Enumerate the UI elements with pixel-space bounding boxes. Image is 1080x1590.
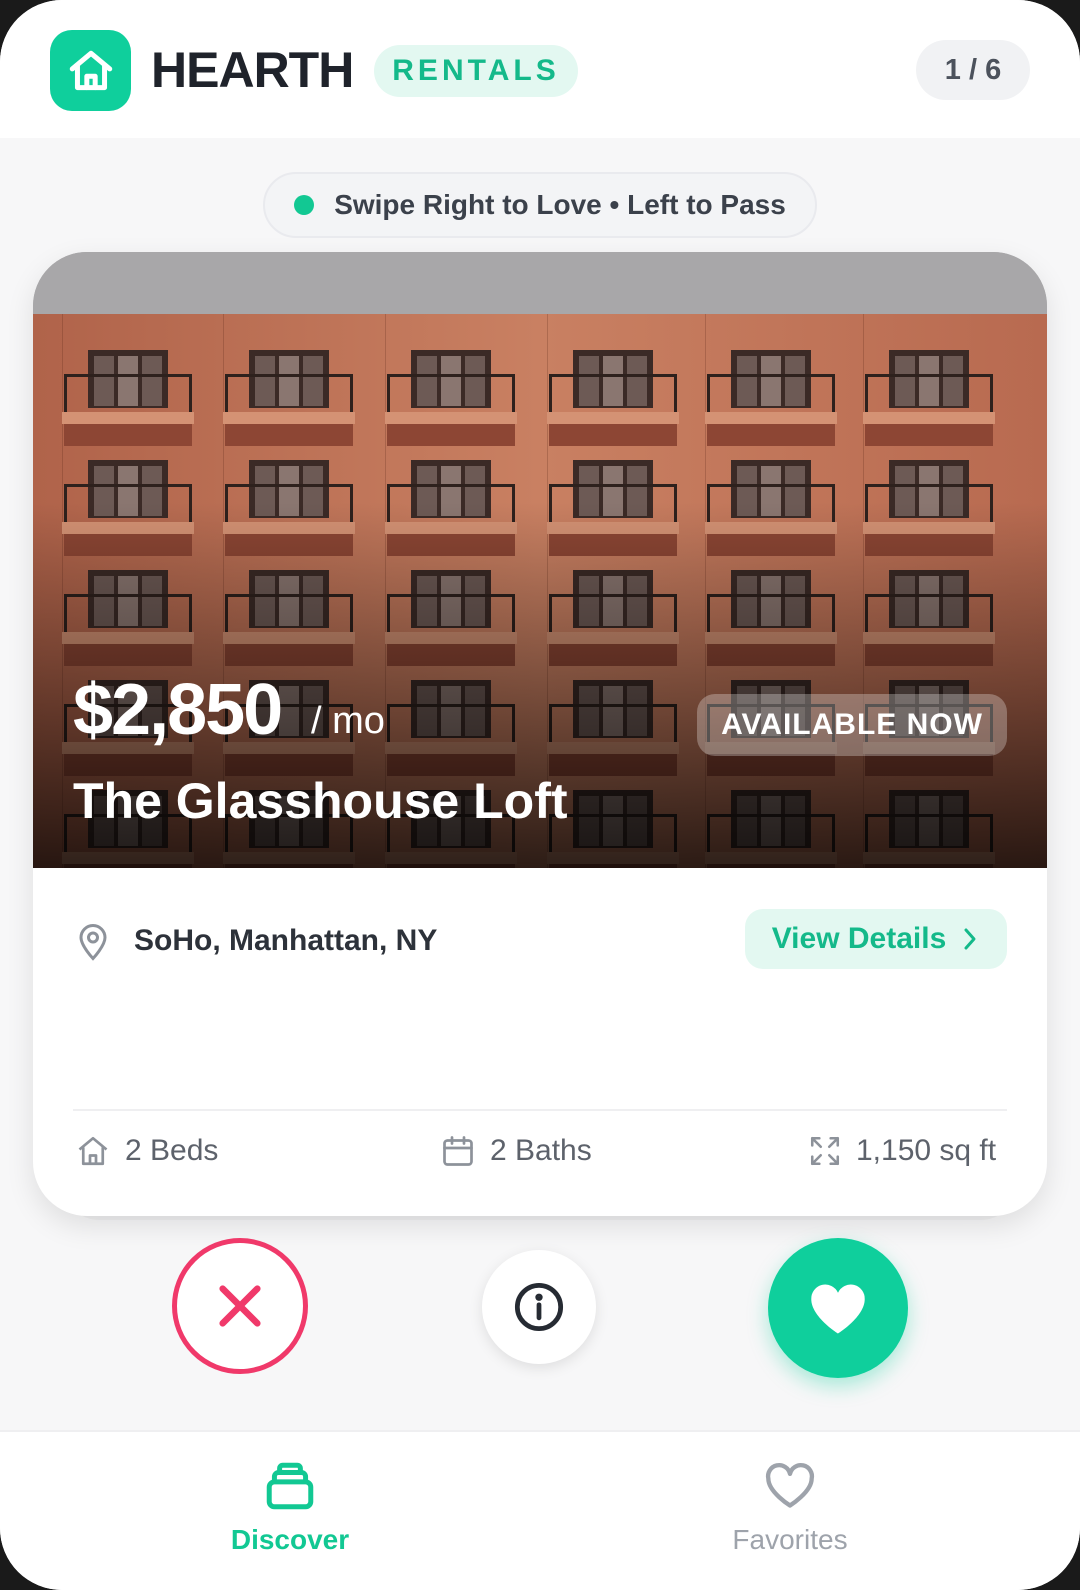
listing-title: The Glasshouse Loft <box>73 773 568 829</box>
app-screen: HEARTH RENTALS 1 / 6 Swipe Right to Love… <box>0 0 1080 1590</box>
view-details-label: View Details <box>771 922 947 955</box>
beds-value: 2 Beds <box>125 1134 219 1167</box>
stat-area: 1,150 sq ft <box>808 1128 996 1174</box>
price-period: / mo <box>311 700 385 742</box>
listing-photo: $2,850 / mo AVAILABLE NOW The Glasshouse… <box>33 252 1047 868</box>
nav-favorites[interactable]: Favorites <box>640 1432 940 1582</box>
brand-name: HEARTH <box>151 42 354 98</box>
rentals-badge: RENTALS <box>374 45 578 97</box>
listing-price: $2,850 <box>73 670 283 750</box>
listing-location: SoHo, Manhattan, NY <box>134 924 438 957</box>
bottom-nav: Discover Favorites <box>0 1430 1080 1590</box>
card-counter: 1 / 6 <box>916 40 1030 100</box>
stat-beds: 2 Beds <box>75 1128 218 1174</box>
calendar-icon <box>443 1136 473 1166</box>
listing-card[interactable]: $2,850 / mo AVAILABLE NOW The Glasshouse… <box>33 252 1047 1216</box>
swipe-hint: Swipe Right to Love • Left to Pass <box>263 172 817 238</box>
chevron-right-icon <box>964 928 976 950</box>
cards-stack-icon <box>266 1462 314 1510</box>
stat-baths: 2 Baths <box>440 1128 592 1174</box>
logo <box>50 30 131 111</box>
info-button[interactable] <box>482 1250 596 1364</box>
nav-discover-label: Discover <box>230 1524 350 1555</box>
home-icon <box>78 1136 108 1166</box>
heart-icon <box>811 1284 865 1334</box>
nav-discover[interactable]: Discover <box>140 1432 440 1582</box>
divider <box>73 1109 1007 1111</box>
love-button[interactable] <box>768 1238 908 1378</box>
heart-outline-icon <box>765 1463 815 1508</box>
info-icon <box>514 1282 564 1332</box>
baths-value: 2 Baths <box>490 1134 592 1167</box>
availability-badge: AVAILABLE NOW <box>697 694 1007 756</box>
location-pin-icon <box>79 924 107 961</box>
nav-favorites-label: Favorites <box>732 1524 848 1555</box>
expand-icon <box>810 1136 840 1166</box>
close-icon <box>219 1285 261 1327</box>
house-icon <box>69 50 112 90</box>
app-header: HEARTH RENTALS 1 / 6 <box>0 0 1080 138</box>
view-details-button[interactable]: View Details <box>745 909 1007 969</box>
area-value: 1,150 sq ft <box>856 1134 997 1167</box>
status-dot <box>294 195 315 215</box>
pass-button[interactable] <box>172 1238 308 1374</box>
swipe-hint-text: Swipe Right to Love • Left to Pass <box>334 189 786 220</box>
